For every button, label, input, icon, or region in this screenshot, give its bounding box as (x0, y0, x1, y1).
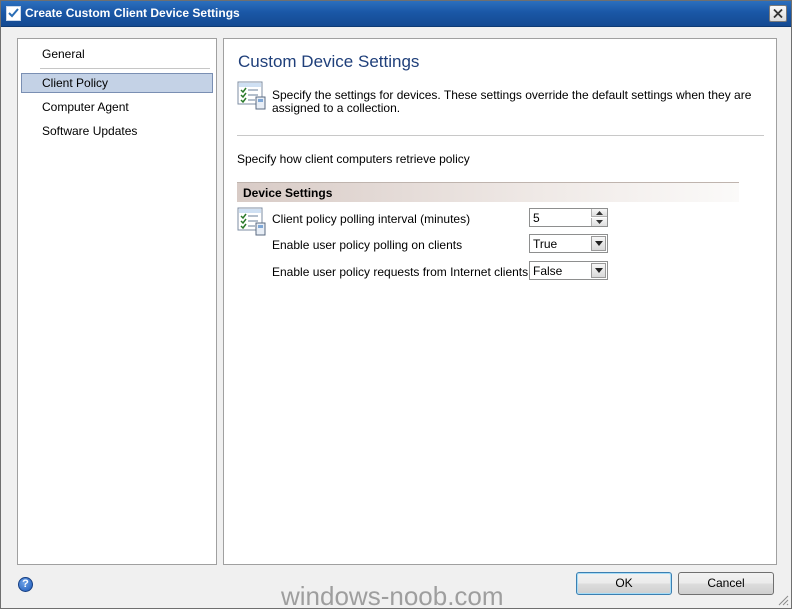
chevron-up-icon (596, 211, 603, 215)
nav-divider (40, 68, 210, 69)
intro-text: Specify how client computers retrieve po… (237, 152, 470, 166)
window-title: Create Custom Client Device Settings (25, 6, 240, 20)
help-icon[interactable]: ? (18, 577, 33, 592)
nav-item-computer-agent[interactable]: Computer Agent (21, 97, 213, 117)
cancel-button[interactable]: Cancel (678, 572, 774, 595)
checklist-settings-icon (237, 81, 266, 110)
dropdown-value: False (533, 264, 563, 278)
chevron-down-icon (595, 268, 603, 273)
close-button[interactable] (769, 5, 787, 22)
divider (237, 135, 764, 136)
checklist-settings-icon (237, 207, 266, 236)
spinner-buttons (591, 209, 607, 226)
section-header: Device Settings (237, 182, 739, 202)
chevron-down-icon (595, 241, 603, 246)
page-description: Specify the settings for devices. These … (272, 88, 752, 115)
chevron-down-icon (596, 220, 603, 224)
resize-grip-icon[interactable] (777, 594, 789, 606)
dropdown-button[interactable] (591, 263, 606, 278)
nav-item-general[interactable]: General (21, 44, 213, 64)
content-panel: Custom Device Settings Specify the setti… (223, 38, 777, 565)
setting-label-polling-interval: Client policy polling interval (minutes) (272, 212, 471, 226)
close-icon (773, 9, 783, 18)
settings-checklist-icon (6, 6, 21, 21)
polling-interval-spinner[interactable]: 5 (529, 208, 608, 227)
nav-item-label: Client Policy (42, 76, 109, 90)
section-title: Device Settings (243, 186, 333, 200)
watermark: windows-noob.com (281, 581, 504, 609)
setting-label-internet-requests: Enable user policy requests from Interne… (272, 265, 529, 279)
internet-requests-dropdown[interactable]: False (529, 261, 608, 280)
dropdown-button[interactable] (591, 236, 606, 251)
page-title: Custom Device Settings (238, 52, 420, 71)
nav-item-label: General (42, 47, 85, 61)
spinner-value: 5 (533, 211, 540, 225)
nav-item-client-policy[interactable]: Client Policy (21, 73, 213, 93)
setting-label-user-policy-polling: Enable user policy polling on clients (272, 238, 463, 252)
title-bar[interactable]: Create Custom Client Device Settings (1, 1, 791, 27)
ok-button[interactable]: OK (576, 572, 672, 595)
nav-item-label: Software Updates (42, 124, 138, 138)
user-policy-polling-dropdown[interactable]: True (529, 234, 608, 253)
nav-item-label: Computer Agent (42, 100, 129, 114)
navigation-panel: General Client Policy Computer Agent Sof… (17, 38, 217, 565)
dialog-window: Create Custom Client Device Settings Gen… (0, 0, 792, 609)
spinner-down-button[interactable] (591, 218, 607, 226)
spinner-up-button[interactable] (591, 209, 607, 217)
nav-item-software-updates[interactable]: Software Updates (21, 121, 213, 141)
dropdown-value: True (533, 237, 558, 251)
